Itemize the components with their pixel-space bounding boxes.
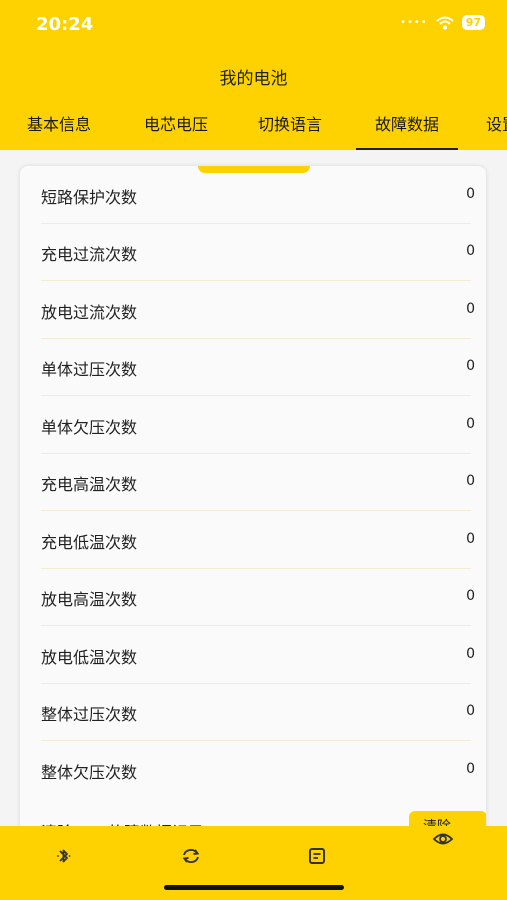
bluetooth-icon[interactable]	[52, 844, 76, 868]
status-time: 20:24	[36, 14, 94, 35]
fault-row-pack-undervoltage: 整体欠压次数 0	[41, 741, 475, 798]
row-value: 0	[466, 761, 475, 777]
card-tab-indicator	[198, 166, 310, 173]
row-label: 单体欠压次数	[41, 418, 138, 437]
fault-row-pack-overvoltage: 整体过压次数 0	[41, 683, 475, 741]
row-label: 整体欠压次数	[41, 763, 138, 782]
row-value: 0	[466, 588, 475, 604]
fault-row-discharge-high-temp: 放电高温次数 0	[41, 568, 475, 626]
row-label: 充电高温次数	[41, 475, 138, 494]
refresh-icon[interactable]	[179, 844, 203, 868]
tab-switch-language[interactable]: 切换语言	[252, 112, 328, 148]
tab-settings[interactable]: 设置	[486, 112, 507, 148]
page-title: 我的电池	[219, 69, 288, 89]
row-value: 0	[466, 186, 475, 202]
row-value: 0	[466, 416, 475, 432]
row-label: 短路保护次数	[41, 188, 138, 207]
fault-data-card: 短路保护次数 0 充电过流次数 0 放电过流次数 0 单体过压次数 0 单体欠压…	[20, 166, 486, 866]
status-indicators: •••• 97	[400, 15, 485, 30]
row-label: 整体过压次数	[41, 705, 138, 724]
row-value: 0	[466, 531, 475, 547]
eye-icon[interactable]	[431, 827, 455, 851]
row-label: 充电过流次数	[41, 245, 138, 264]
row-value: 0	[466, 243, 475, 259]
app-header: 20:24 •••• 97 我的电池 基本信息 电芯电压 切换语言 故障数据 设…	[0, 0, 507, 150]
row-label: 放电高温次数	[41, 590, 138, 609]
fault-row-cell-undervoltage: 单体欠压次数 0	[41, 396, 475, 454]
fault-row-discharge-low-temp: 放电低温次数 0	[41, 626, 475, 684]
row-value: 0	[466, 703, 475, 719]
fault-row-charge-overcurrent: 充电过流次数 0	[41, 223, 475, 281]
fault-row-short-circuit: 短路保护次数 0	[41, 166, 475, 224]
fault-row-charge-high-temp: 充电高温次数 0	[41, 453, 475, 511]
row-label: 充电低温次数	[41, 533, 138, 552]
row-label: 单体过压次数	[41, 360, 138, 379]
fault-row-discharge-overcurrent: 放电过流次数 0	[41, 281, 475, 339]
fault-row-charge-low-temp: 充电低温次数 0	[41, 511, 475, 569]
signal-icon: ••••	[400, 17, 428, 28]
row-value: 0	[466, 301, 475, 317]
tab-basic-info[interactable]: 基本信息	[21, 112, 97, 148]
wifi-icon	[436, 16, 454, 30]
fault-row-cell-overvoltage: 单体过压次数 0	[41, 338, 475, 396]
row-label: 放电低温次数	[41, 648, 138, 667]
home-indicator[interactable]	[164, 885, 344, 890]
tab-cell-voltage[interactable]: 电芯电压	[138, 112, 214, 148]
row-value: 0	[466, 646, 475, 662]
battery-icon: 97	[461, 15, 485, 30]
row-value: 0	[466, 358, 475, 374]
document-icon[interactable]	[305, 844, 329, 868]
row-value: 0	[466, 473, 475, 489]
tab-fault-data[interactable]: 故障数据	[356, 112, 458, 150]
tab-bar: 基本信息 电芯电压 切换语言 故障数据 设置	[0, 112, 507, 150]
row-label: 放电过流次数	[41, 303, 138, 322]
